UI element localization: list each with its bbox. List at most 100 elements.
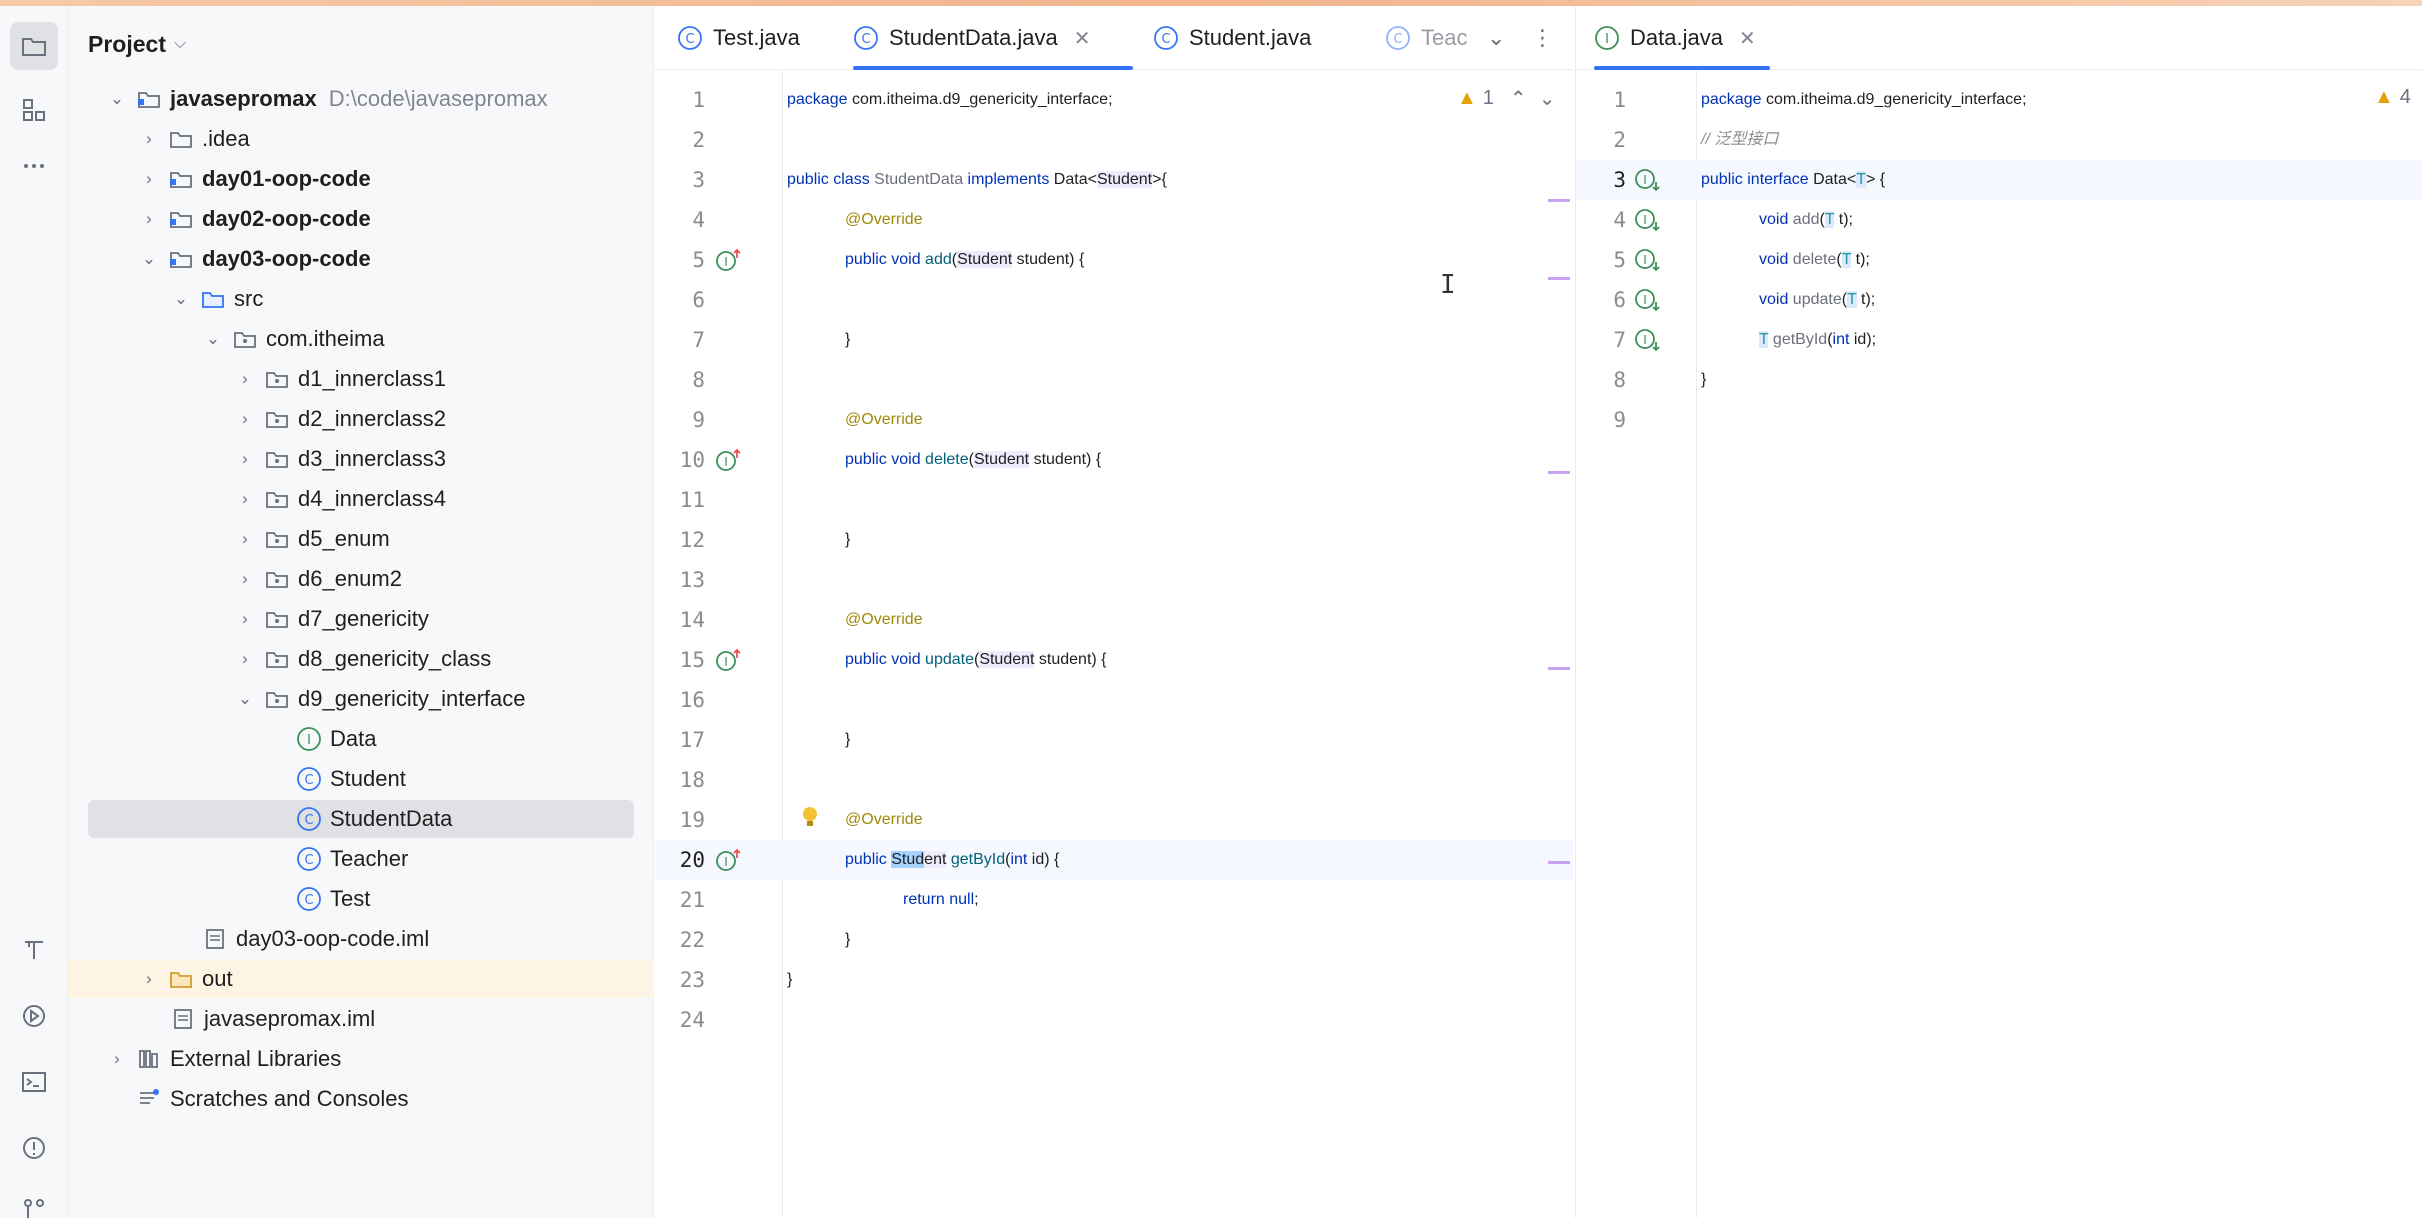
collapsed-arrow-icon[interactable]: › — [138, 168, 160, 190]
scroll-mark — [1548, 277, 1570, 280]
tab-data-java[interactable]: I Data.java ✕ — [1594, 6, 1770, 70]
implements-method-icon[interactable]: I — [715, 447, 741, 473]
collapsed-arrow-icon[interactable]: › — [138, 208, 160, 230]
code-line-21: return null; — [903, 891, 979, 908]
tree-row-day03[interactable]: ⌄ day03-oop-code — [88, 240, 634, 278]
interface-icon: I — [296, 726, 322, 752]
tree-row-scratches[interactable]: Scratches and Consoles — [88, 1080, 634, 1118]
tree-row-d2[interactable]: › d2_innerclass2 — [88, 400, 634, 438]
iml-file-icon — [202, 926, 228, 952]
tree-row-student-class[interactable]: C Student — [88, 760, 634, 798]
libraries-icon — [136, 1046, 162, 1072]
collapsed-arrow-icon[interactable]: › — [234, 648, 256, 670]
structure-icon[interactable] — [10, 86, 58, 134]
source-folder-icon — [200, 286, 226, 312]
tree-row-studentdata-class[interactable]: C StudentData — [88, 800, 634, 838]
terminal-icon[interactable] — [10, 1058, 58, 1106]
expand-arrow-icon[interactable]: ⌄ — [170, 288, 192, 310]
implemented-by-icon[interactable]: I — [1634, 247, 1660, 273]
next-highlight-icon[interactable]: ⌄ — [1539, 86, 1556, 111]
tab-test-java[interactable]: C Test.java — [677, 6, 800, 70]
expand-arrow-icon[interactable]: ⌄ — [234, 688, 256, 710]
more-tools-icon[interactable] — [10, 142, 58, 190]
package-icon — [232, 326, 258, 352]
tree-row-d3[interactable]: › d3_innerclass3 — [88, 440, 634, 478]
tool-window-bar — [0, 6, 68, 1218]
tree-row-javasepromax[interactable]: ⌄ javasepromax D:\code\javasepromax — [88, 80, 634, 118]
implements-method-icon[interactable]: I — [715, 247, 741, 273]
more-options-icon[interactable]: ⋮ — [1531, 25, 1553, 51]
collapsed-arrow-icon[interactable]: › — [234, 568, 256, 590]
expand-arrow-icon[interactable]: ⌄ — [138, 248, 160, 270]
collapsed-arrow-icon[interactable]: › — [234, 408, 256, 430]
tree-row-src[interactable]: ⌄ src — [88, 280, 634, 318]
class-icon: C — [296, 766, 322, 792]
collapsed-arrow-icon[interactable]: › — [234, 368, 256, 390]
collapsed-arrow-icon[interactable]: › — [138, 968, 160, 990]
close-tab-icon[interactable]: ✕ — [1074, 26, 1091, 51]
tree-row-day01[interactable]: › day01-oop-code — [88, 160, 634, 198]
editor-data: I Data.java ✕ 1 2 3 4 5 6 7 8 9 I I I I … — [1575, 6, 2422, 1218]
svg-text:I: I — [1643, 213, 1647, 227]
svg-text:I: I — [724, 255, 728, 269]
collapsed-arrow-icon[interactable]: › — [234, 448, 256, 470]
tree-row-external-libraries[interactable]: › External Libraries — [88, 1040, 634, 1078]
tree-row-d9[interactable]: ⌄ d9_genericity_interface — [88, 680, 634, 718]
tree-row-test-class[interactable]: C Test — [88, 880, 634, 918]
tree-row-out[interactable]: › out — [68, 960, 654, 998]
chevron-down-icon: ⌵ — [173, 35, 187, 52]
collapsed-arrow-icon[interactable]: › — [234, 488, 256, 510]
implements-method-icon[interactable]: I — [715, 847, 741, 873]
folder-icon — [168, 126, 194, 152]
tree-row-d7[interactable]: › d7_genericity — [88, 600, 634, 638]
collapsed-arrow-icon[interactable]: › — [234, 528, 256, 550]
tree-row-idea[interactable]: › .idea — [88, 120, 634, 158]
lightbulb-icon[interactable] — [797, 804, 823, 830]
module-folder-icon — [168, 246, 194, 272]
implemented-by-icon[interactable]: I — [1634, 327, 1660, 353]
tree-row-d6[interactable]: › d6_enum2 — [88, 560, 634, 598]
warnings-indicator[interactable]: ▲ 1 ⌃ ⌄ — [1457, 86, 1555, 111]
tab-student-java[interactable]: C Student.java — [1153, 6, 1311, 70]
tree-row-d8[interactable]: › d8_genericity_class — [88, 640, 634, 678]
collapsed-arrow-icon[interactable]: › — [138, 128, 160, 150]
git-icon[interactable] — [10, 1186, 58, 1218]
previous-highlight-icon[interactable]: ⌃ — [1510, 86, 1527, 111]
tree-row-d5[interactable]: › d5_enum — [88, 520, 634, 558]
tab-studentdata-java[interactable]: C StudentData.java ✕ — [853, 6, 1133, 70]
tree-row-teacher-class[interactable]: C Teacher — [88, 840, 634, 878]
implemented-by-icon[interactable]: I — [1634, 287, 1660, 313]
project-folder-icon[interactable] — [10, 22, 58, 70]
svg-text:I: I — [1643, 173, 1647, 187]
implemented-by-icon[interactable]: I — [1634, 207, 1660, 233]
tab-teacher-java[interactable]: C Teac — [1385, 6, 1467, 70]
package-icon — [264, 566, 290, 592]
expand-arrow-icon[interactable]: ⌄ — [106, 88, 128, 110]
code-line-17: } — [845, 731, 851, 748]
code-line-20: public Student getById(int id) { — [845, 851, 1060, 868]
tree-row-com-itheima[interactable]: ⌄ com.itheima — [88, 320, 634, 358]
build-hammer-icon[interactable] — [10, 926, 58, 974]
project-panel-title[interactable]: Project ⌵ — [88, 24, 186, 64]
tree-row-d4[interactable]: › d4_innerclass4 — [88, 480, 634, 518]
expand-arrow-icon[interactable]: ⌄ — [202, 328, 224, 350]
problems-icon[interactable] — [10, 1124, 58, 1172]
project-tool-window: Project ⌵ ⌄ javasepromax D:\code\javasep… — [68, 6, 654, 1218]
implemented-by-icon[interactable]: I — [1634, 167, 1660, 193]
package-icon — [264, 446, 290, 472]
run-icon[interactable] — [10, 992, 58, 1040]
tree-row-day03-iml[interactable]: day03-oop-code.iml — [88, 920, 634, 958]
warnings-indicator[interactable]: ▲ 4 — [2374, 86, 2411, 109]
tree-row-javasepromax-iml[interactable]: javasepromax.iml — [88, 1000, 634, 1038]
class-icon: C — [296, 806, 322, 832]
code-line-15: public void update(Student student) { — [845, 651, 1107, 668]
collapsed-arrow-icon[interactable]: › — [234, 608, 256, 630]
tree-row-data-interface[interactable]: I Data — [88, 720, 634, 758]
tree-row-day02[interactable]: › day02-oop-code — [88, 200, 634, 238]
tree-row-d1[interactable]: › d1_innerclass1 — [88, 360, 634, 398]
collapsed-arrow-icon[interactable]: › — [106, 1048, 128, 1070]
code-line-9: @Override — [845, 411, 923, 428]
tab-list-chevron-icon[interactable]: ⌄ — [1487, 25, 1505, 51]
implements-method-icon[interactable]: I — [715, 647, 741, 673]
close-tab-icon[interactable]: ✕ — [1739, 26, 1756, 51]
